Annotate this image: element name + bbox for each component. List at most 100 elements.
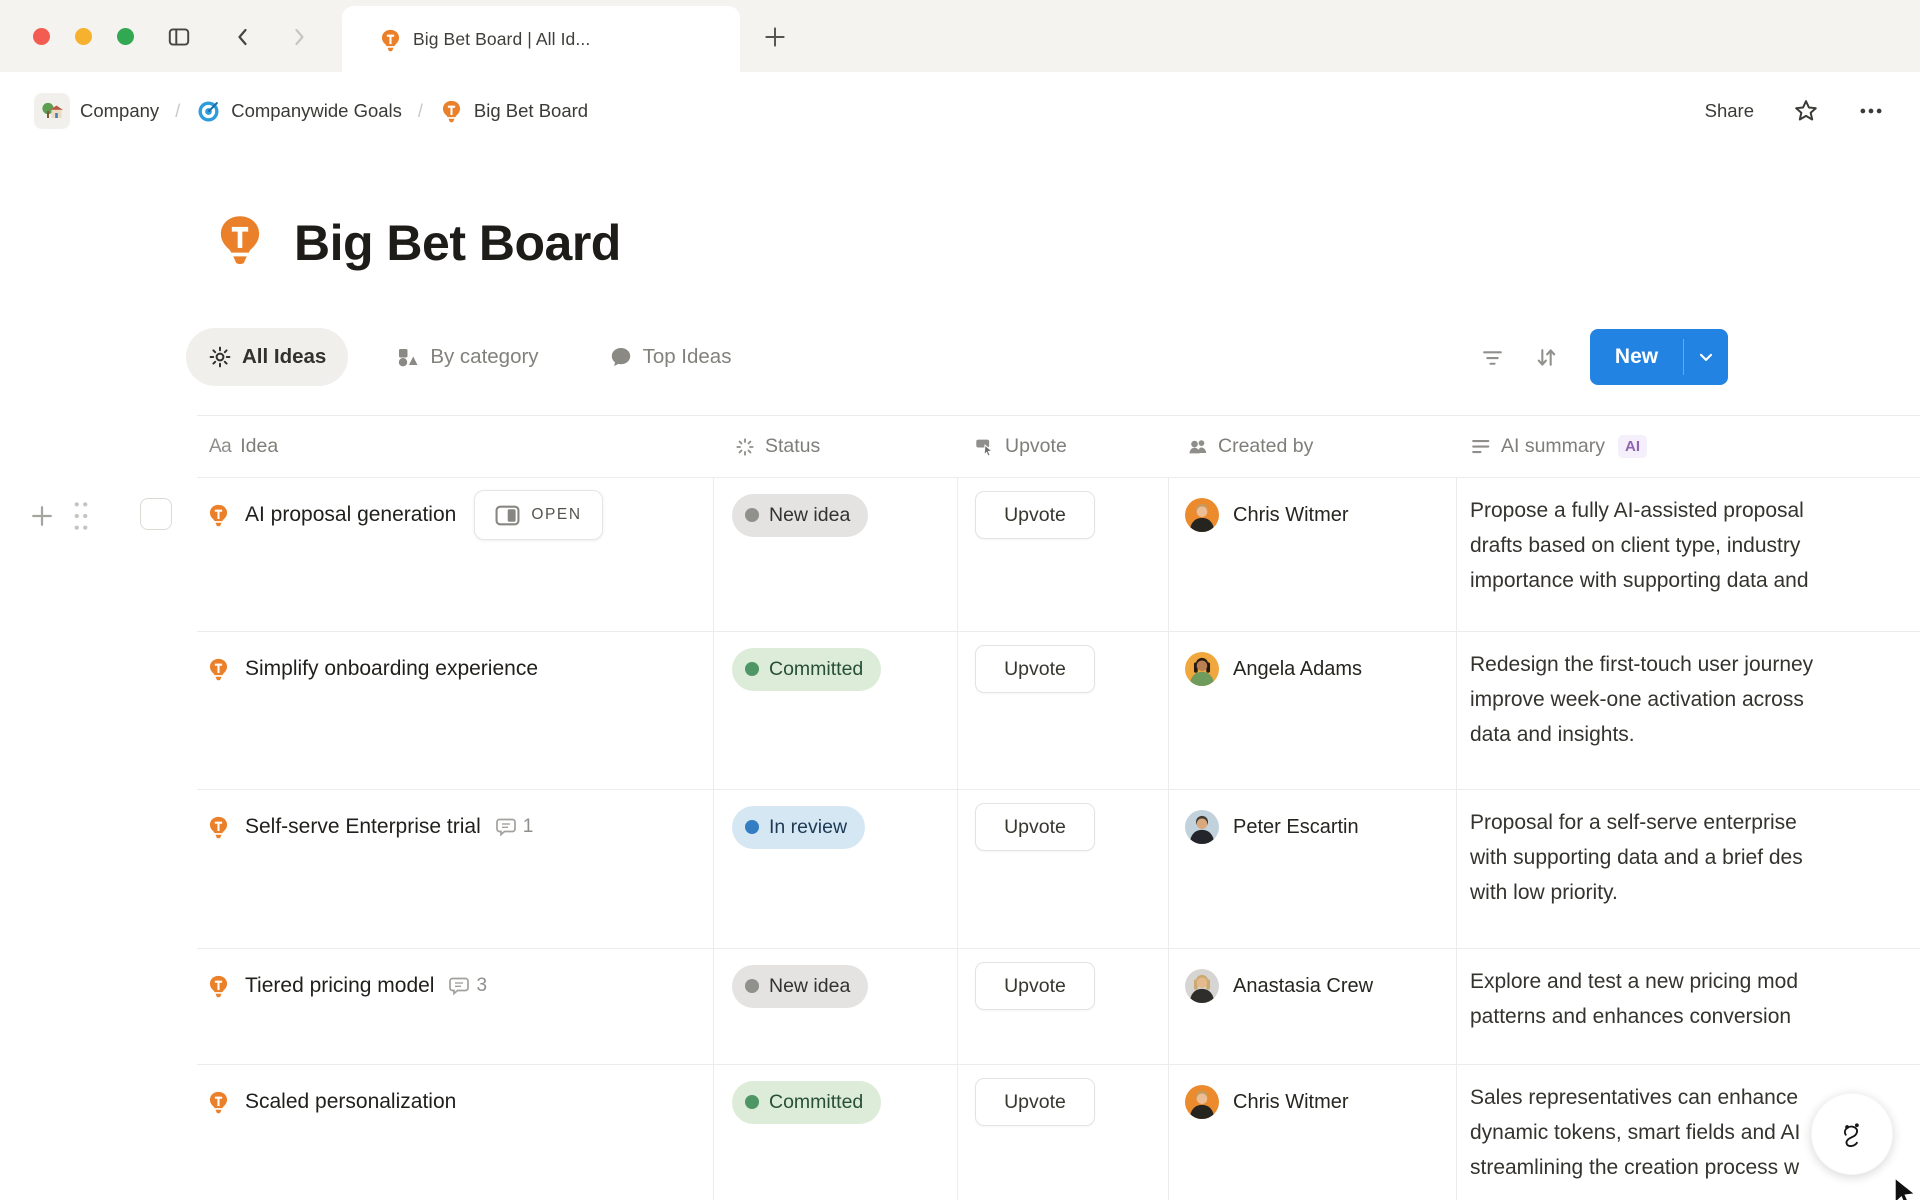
mouse-cursor xyxy=(1893,1176,1920,1200)
people-icon xyxy=(1187,436,1209,458)
sort-icon[interactable] xyxy=(1526,337,1566,377)
table-body: AI proposal generation OPEN New idea Upvote… xyxy=(197,478,1920,1200)
lightbulb-icon xyxy=(206,503,231,528)
table-row[interactable]: Tiered pricing model 3 New idea Upvote Anast… xyxy=(197,949,1920,1065)
status-dot xyxy=(745,820,759,834)
avatar xyxy=(1185,810,1219,844)
idea-title[interactable]: Self-serve Enterprise trial xyxy=(245,815,481,839)
new-button[interactable]: New xyxy=(1590,329,1728,385)
status-cell[interactable]: Committed xyxy=(714,632,958,789)
chevron-down-icon[interactable] xyxy=(1684,329,1728,385)
created-by-cell[interactable]: Chris Witmer xyxy=(1169,1065,1457,1200)
minimize-window-button[interactable] xyxy=(75,28,92,45)
upvote-button[interactable]: Upvote xyxy=(975,491,1095,539)
idea-title[interactable]: Simplify onboarding experience xyxy=(245,657,538,681)
breadcrumb-item-companywide-goals[interactable]: Companywide Goals xyxy=(196,99,402,124)
table-row[interactable]: AI proposal generation OPEN New idea Upvote… xyxy=(197,478,1920,632)
status-cell[interactable]: New idea xyxy=(714,949,958,1064)
forward-button[interactable] xyxy=(286,24,312,50)
idea-title[interactable]: AI proposal generation xyxy=(245,503,456,527)
upvote-button[interactable]: Upvote xyxy=(975,962,1095,1010)
ai-summary-cell[interactable]: Redesign the first-touch user journeyimp… xyxy=(1457,632,1920,789)
share-button[interactable]: Share xyxy=(1705,100,1754,122)
created-by-cell[interactable]: Anastasia Crew xyxy=(1169,949,1457,1064)
comment-count-badge[interactable]: 3 xyxy=(448,975,487,997)
status-property-icon xyxy=(734,436,756,458)
upvote-button[interactable]: Upvote xyxy=(975,1078,1095,1126)
row-hover-controls xyxy=(0,478,197,538)
table-row[interactable]: Self-serve Enterprise trial 1 In review Upv… xyxy=(197,790,1920,949)
avatar xyxy=(1185,498,1219,532)
idea-cell[interactable]: AI proposal generation OPEN xyxy=(197,478,714,631)
created-by-cell[interactable]: Peter Escartin xyxy=(1169,790,1457,948)
upvote-cell[interactable]: Upvote xyxy=(958,949,1169,1064)
view-tab-top-ideas[interactable]: Top Ideas xyxy=(587,328,754,386)
status-dot xyxy=(745,1095,759,1109)
ai-summary-line: Proposal for a self-serve enterprise xyxy=(1470,805,1920,840)
table-row[interactable]: Simplify onboarding experience Committed U… xyxy=(197,632,1920,790)
upvote-button[interactable]: Upvote xyxy=(975,645,1095,693)
favorite-star-icon[interactable] xyxy=(1792,97,1820,125)
ai-summary-line: drafts based on client type, industry xyxy=(1470,528,1920,563)
more-options-icon[interactable] xyxy=(1858,98,1884,124)
view-tab-all-ideas[interactable]: All Ideas xyxy=(186,328,348,386)
close-window-button[interactable] xyxy=(33,28,50,45)
sidebar-toggle-icon[interactable] xyxy=(166,24,192,50)
status-dot xyxy=(745,979,759,993)
column-header-created-by[interactable]: Created by xyxy=(1169,435,1457,458)
ai-summary-line: with supporting data and a brief des xyxy=(1470,840,1920,875)
status-cell[interactable]: Committed xyxy=(714,1065,958,1200)
status-cell[interactable]: New idea xyxy=(714,478,958,631)
created-by-cell[interactable]: Chris Witmer xyxy=(1169,478,1457,631)
add-row-icon[interactable] xyxy=(28,502,56,535)
page-lightbulb-icon[interactable] xyxy=(212,212,268,273)
ai-summary-cell[interactable]: Explore and test a new pricing modpatter… xyxy=(1457,949,1920,1064)
new-tab-button[interactable] xyxy=(762,24,788,50)
ai-summary-line: Redesign the first-touch user journey xyxy=(1470,647,1920,682)
shapes-icon xyxy=(396,345,420,369)
upvote-cell[interactable]: Upvote xyxy=(958,1065,1169,1200)
ai-summary-line: patterns and enhances conversion xyxy=(1470,999,1920,1034)
upvote-cell[interactable]: Upvote xyxy=(958,632,1169,789)
upvote-cell[interactable]: Upvote xyxy=(958,790,1169,948)
ai-summary-cell[interactable]: Propose a fully AI-assisted proposaldraf… xyxy=(1457,478,1920,631)
status-cell[interactable]: In review xyxy=(714,790,958,948)
status-dot xyxy=(745,662,759,676)
table-row[interactable]: Scaled personalization Committed Upvote Chr… xyxy=(197,1065,1920,1200)
status-pill[interactable]: New idea xyxy=(732,494,868,537)
idea-cell[interactable]: Self-serve Enterprise trial 1 xyxy=(197,790,714,948)
upvote-button[interactable]: Upvote xyxy=(975,803,1095,851)
button-property-icon xyxy=(974,436,996,458)
idea-title[interactable]: Scaled personalization xyxy=(245,1090,456,1114)
ai-summary-cell[interactable]: Proposal for a self-serve enterprisewith… xyxy=(1457,790,1920,948)
open-button[interactable]: OPEN xyxy=(474,490,602,540)
filter-icon[interactable] xyxy=(1472,337,1512,377)
status-pill[interactable]: Committed xyxy=(732,1081,881,1124)
idea-cell[interactable]: Tiered pricing model 3 xyxy=(197,949,714,1064)
zoom-window-button[interactable] xyxy=(117,28,134,45)
drag-handle-icon[interactable] xyxy=(70,498,92,539)
column-header-status[interactable]: Status xyxy=(714,435,958,458)
idea-cell[interactable]: Scaled personalization xyxy=(197,1065,714,1200)
row-checkbox[interactable] xyxy=(140,498,172,530)
back-button[interactable] xyxy=(230,24,256,50)
column-header-upvote[interactable]: Upvote xyxy=(958,435,1169,458)
status-pill[interactable]: Committed xyxy=(732,648,881,691)
created-by-name: Angela Adams xyxy=(1233,658,1362,681)
column-header-ai-summary[interactable]: AI summary AI xyxy=(1457,435,1920,458)
idea-title[interactable]: Tiered pricing model xyxy=(245,974,434,998)
view-tab-by-category[interactable]: By category xyxy=(374,328,560,386)
browser-tab[interactable]: Big Bet Board | All Id... xyxy=(342,6,740,72)
comment-count-badge[interactable]: 1 xyxy=(495,816,534,838)
idea-cell[interactable]: Simplify onboarding experience xyxy=(197,632,714,789)
column-header-idea[interactable]: Aa Idea xyxy=(197,435,714,458)
status-pill[interactable]: New idea xyxy=(732,965,868,1008)
window-titlebar: Big Bet Board | All Id... xyxy=(0,0,1920,72)
upvote-cell[interactable]: Upvote xyxy=(958,478,1169,631)
created-by-cell[interactable]: Angela Adams xyxy=(1169,632,1457,789)
status-pill[interactable]: In review xyxy=(732,806,865,849)
ai-summary-line: improve week-one activation across xyxy=(1470,682,1920,717)
breadcrumb-item-company[interactable]: Company xyxy=(34,93,159,129)
ai-summary-line: data and insights. xyxy=(1470,717,1920,752)
breadcrumb-item-big-bet-board[interactable]: Big Bet Board xyxy=(439,99,588,124)
